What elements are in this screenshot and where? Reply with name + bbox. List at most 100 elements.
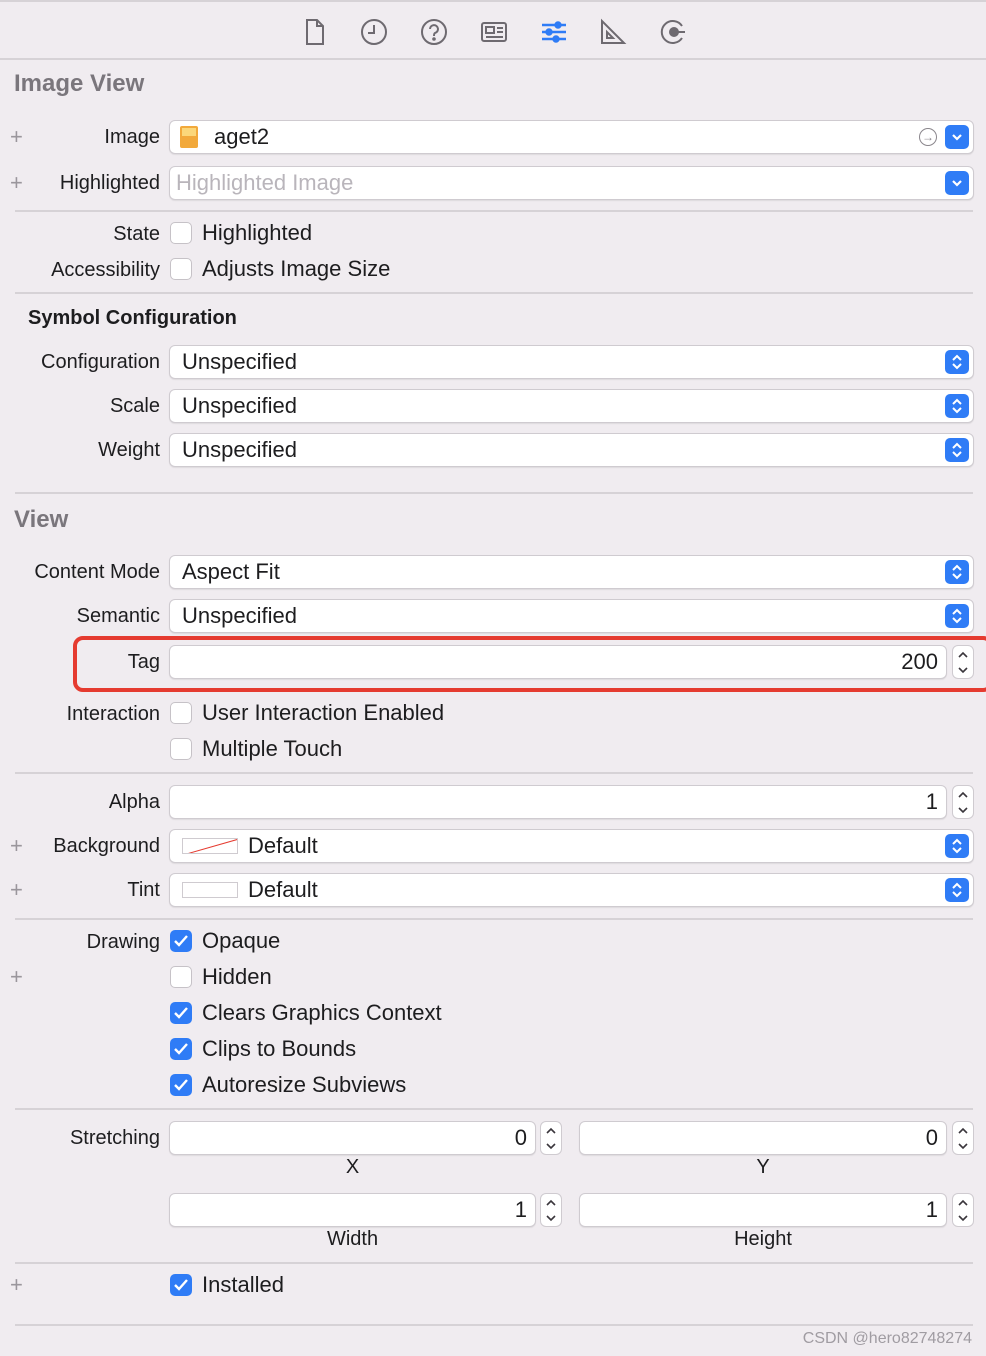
- scale-label: Scale: [109, 395, 160, 417]
- content-mode-popup[interactable]: Aspect Fit: [169, 555, 974, 589]
- image-value: aget2: [214, 124, 270, 149]
- weight-value: Unspecified: [182, 437, 297, 462]
- state-highlighted-label: Highlighted: [202, 220, 313, 245]
- divider: [15, 772, 973, 774]
- user-interaction-checkbox[interactable]: [170, 702, 192, 724]
- accessibility-label: Accessibility: [51, 259, 160, 281]
- multiple-touch-checkbox[interactable]: [170, 738, 192, 760]
- autoresize-label: Autoresize Subviews: [202, 1072, 407, 1097]
- height-label: Height: [734, 1228, 792, 1250]
- stretch-y-value: 0: [925, 1125, 938, 1150]
- configuration-value: Unspecified: [182, 349, 297, 374]
- background-color-popup[interactable]: Default: [169, 829, 974, 863]
- symbol-configuration-title: Symbol Configuration: [28, 307, 237, 329]
- alpha-stepper[interactable]: [952, 785, 974, 819]
- inspector-toolbar: [0, 0, 986, 60]
- weight-label: Weight: [98, 439, 160, 461]
- weight-popup[interactable]: Unspecified: [169, 433, 974, 467]
- tint-label: Tint: [127, 879, 160, 901]
- chevron-down-icon[interactable]: [945, 125, 969, 149]
- help-icon[interactable]: [418, 16, 450, 48]
- tint-color-swatch: [182, 882, 238, 898]
- semantic-label: Semantic: [76, 605, 160, 627]
- add-variation-icon[interactable]: +: [10, 1274, 23, 1296]
- divider: [15, 492, 973, 494]
- stretch-width-stepper[interactable]: [540, 1193, 562, 1227]
- opaque-checkbox[interactable]: [170, 930, 192, 952]
- highlighted-label: Highlighted: [59, 172, 160, 194]
- watermark: CSDN @hero82748274: [802, 1330, 972, 1347]
- multiple-touch-label: Multiple Touch: [202, 736, 343, 761]
- up-down-chevron-icon[interactable]: [945, 350, 969, 374]
- clips-to-bounds-label: Clips to Bounds: [202, 1036, 357, 1061]
- divider: [15, 292, 973, 294]
- stretch-height-stepper[interactable]: [952, 1193, 974, 1227]
- connections-icon[interactable]: [657, 16, 689, 48]
- highlight-annotation: [73, 636, 986, 692]
- identity-icon[interactable]: [478, 16, 510, 48]
- x-label: X: [345, 1156, 360, 1178]
- semantic-value: Unspecified: [182, 603, 297, 628]
- stretch-x-stepper[interactable]: [540, 1121, 562, 1155]
- stretch-height-field[interactable]: 1: [579, 1193, 947, 1227]
- up-down-chevron-icon[interactable]: [945, 438, 969, 462]
- configuration-popup[interactable]: Unspecified: [169, 345, 974, 379]
- add-variation-icon[interactable]: +: [10, 966, 23, 988]
- divider: [15, 1262, 973, 1264]
- stretching-label: Stretching: [69, 1127, 160, 1149]
- up-down-chevron-icon[interactable]: [945, 834, 969, 858]
- clips-to-bounds-checkbox[interactable]: [170, 1038, 192, 1060]
- alpha-field[interactable]: 1: [169, 785, 947, 819]
- drawing-label: Drawing: [86, 931, 160, 953]
- section-title-view: View: [14, 506, 69, 533]
- hidden-checkbox[interactable]: [170, 966, 192, 988]
- stretch-y-field[interactable]: 0: [579, 1121, 947, 1155]
- size-icon[interactable]: [597, 16, 629, 48]
- tint-color-popup[interactable]: Default: [169, 873, 974, 907]
- tint-value: Default: [248, 877, 318, 902]
- state-highlighted-checkbox[interactable]: [170, 222, 192, 244]
- attributes-icon[interactable]: [538, 16, 570, 48]
- divider: [15, 918, 973, 920]
- configuration-label: Configuration: [41, 351, 160, 373]
- installed-checkbox[interactable]: [170, 1274, 192, 1296]
- divider: [15, 1108, 973, 1110]
- up-down-chevron-icon[interactable]: [945, 394, 969, 418]
- stretch-x-field[interactable]: 0: [169, 1121, 536, 1155]
- adjusts-image-size-checkbox[interactable]: [170, 258, 192, 280]
- alpha-value: 1: [925, 789, 938, 814]
- adjusts-image-size-label: Adjusts Image Size: [202, 256, 391, 281]
- image-combobox[interactable]: aget2 →: [169, 120, 974, 154]
- history-icon[interactable]: [358, 16, 390, 48]
- background-value: Default: [248, 833, 318, 858]
- chevron-down-icon[interactable]: [945, 171, 969, 195]
- width-label: Width: [326, 1228, 379, 1250]
- installed-label: Installed: [202, 1272, 284, 1297]
- image-asset-icon: [180, 126, 198, 148]
- scale-popup[interactable]: Unspecified: [169, 389, 974, 423]
- go-arrow-icon[interactable]: →: [919, 128, 937, 146]
- clears-graphics-checkbox[interactable]: [170, 1002, 192, 1024]
- opaque-label: Opaque: [202, 928, 281, 953]
- up-down-chevron-icon[interactable]: [945, 878, 969, 902]
- highlighted-image-placeholder: Highlighted Image: [176, 170, 354, 195]
- stretch-y-stepper[interactable]: [952, 1121, 974, 1155]
- user-interaction-label: User Interaction Enabled: [202, 700, 445, 725]
- clears-graphics-label: Clears Graphics Context: [202, 1000, 442, 1025]
- up-down-chevron-icon[interactable]: [945, 560, 969, 584]
- background-label: Background: [53, 835, 160, 857]
- up-down-chevron-icon[interactable]: [945, 604, 969, 628]
- stretch-x-value: 0: [514, 1125, 527, 1150]
- interaction-label: Interaction: [66, 703, 160, 725]
- default-color-swatch: [182, 838, 238, 854]
- image-label: Image: [104, 126, 160, 148]
- hidden-label: Hidden: [202, 964, 272, 989]
- file-icon[interactable]: [299, 16, 331, 48]
- stretch-width-value: 1: [514, 1197, 527, 1222]
- y-label: Y: [756, 1156, 770, 1178]
- semantic-popup[interactable]: Unspecified: [169, 599, 974, 633]
- autoresize-checkbox[interactable]: [170, 1074, 192, 1096]
- stretch-width-field[interactable]: 1: [169, 1193, 536, 1227]
- highlighted-image-combobox[interactable]: Highlighted Image: [169, 166, 974, 200]
- scale-value: Unspecified: [182, 393, 297, 418]
